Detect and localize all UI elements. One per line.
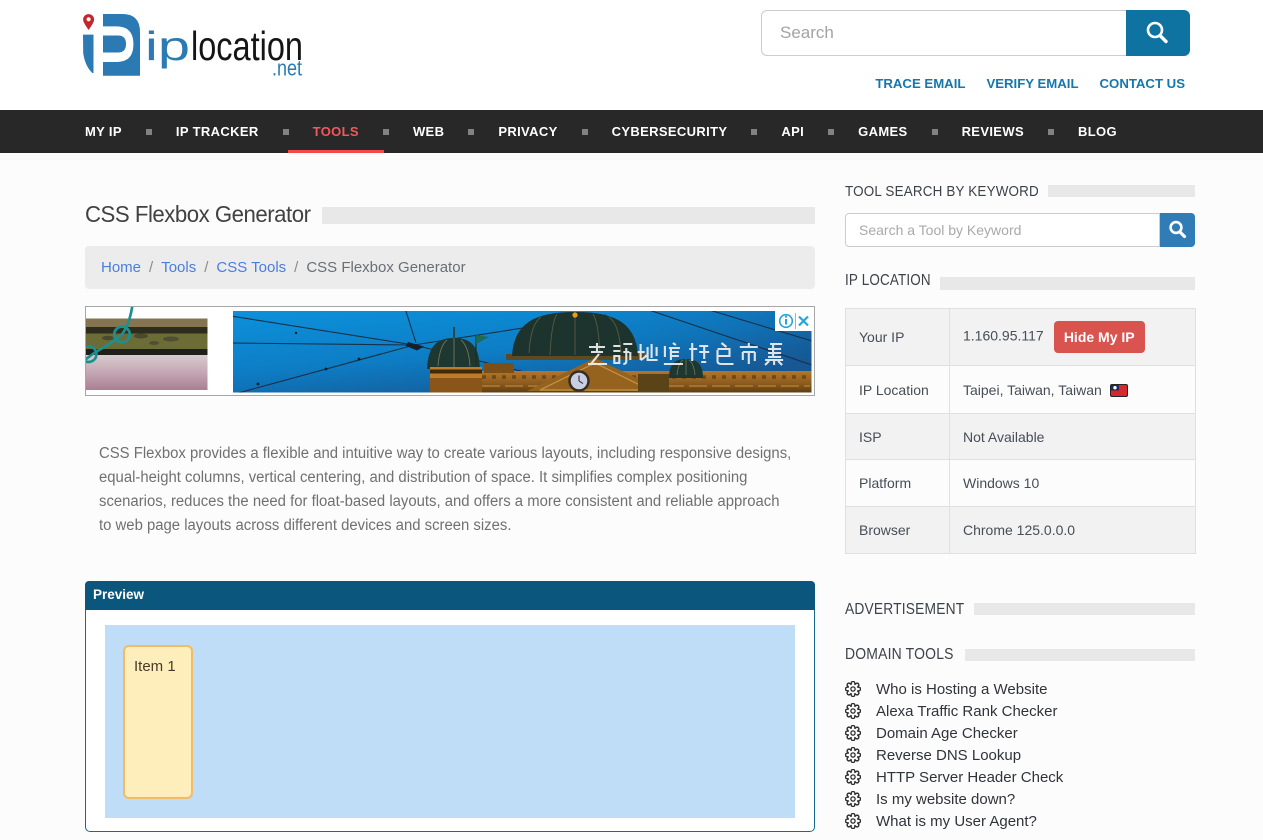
svg-text:ip: ip — [145, 23, 190, 69]
svg-text:.net: .net — [272, 56, 302, 81]
